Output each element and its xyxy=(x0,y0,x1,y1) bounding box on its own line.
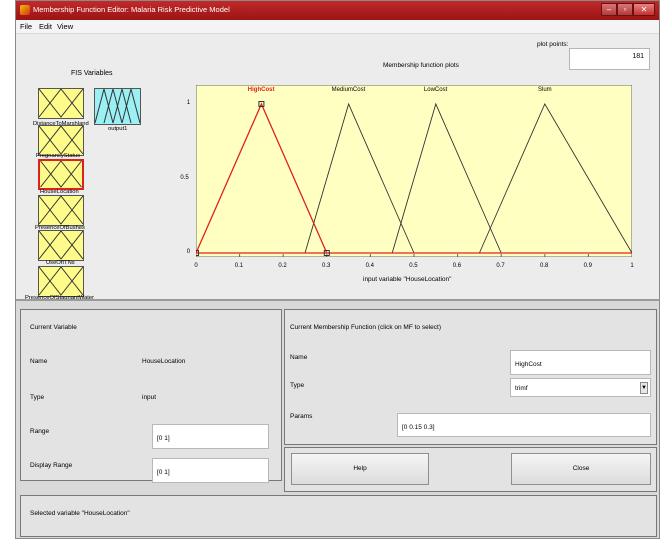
mf-label-highcost[interactable]: HighCost xyxy=(248,87,275,93)
close-window-button[interactable]: ✕ xyxy=(633,3,655,16)
mf-type-dropdown[interactable]: trimf ▼ xyxy=(510,378,651,397)
y-tick-label: 0 xyxy=(186,249,191,255)
mf-label-lowcost[interactable]: LowCost xyxy=(424,87,447,93)
display-range-label: Display Range xyxy=(30,462,73,469)
status-message: Selected variable "HouseLocation" xyxy=(30,510,130,517)
fis-input-distance-to-marshland[interactable] xyxy=(38,88,84,119)
plot-area xyxy=(196,85,632,257)
mf-label-mediumcost[interactable]: MediumCost xyxy=(332,87,366,93)
x-tick-label: 0.1 xyxy=(234,263,244,269)
fis-output-label: output1 xyxy=(108,126,128,132)
window-title: Membership Function Editor: Malaria Risk… xyxy=(33,5,230,14)
matlab-icon xyxy=(20,5,30,15)
title-bar: Membership Function Editor: Malaria Risk… xyxy=(16,1,659,20)
mf-params-input[interactable]: [0 0.15 0.3] xyxy=(397,413,651,437)
mf-name-input[interactable]: HighCost xyxy=(510,350,651,375)
range-input[interactable]: [0 1] xyxy=(152,424,269,449)
y-tick-label: 0.5 xyxy=(180,174,189,181)
plot-points-label: plot points: xyxy=(537,41,569,48)
type-label: Type xyxy=(30,394,45,401)
membership-function-plot[interactable] xyxy=(196,85,632,257)
fis-input-presence-of-stagnant-water[interactable] xyxy=(38,266,84,297)
fis-input-house-location[interactable] xyxy=(38,159,84,190)
mf-name-label: Name xyxy=(290,354,308,361)
mf-label-slum[interactable]: Slum xyxy=(538,87,552,93)
fis-variables-title: FIS Variables xyxy=(71,70,113,77)
display-range-input[interactable]: [0 1] xyxy=(152,458,269,483)
current-variable-title: Current Variable xyxy=(30,324,77,331)
x-tick-label: 0.6 xyxy=(452,263,462,269)
x-tick-label: 0.9 xyxy=(583,263,592,269)
fis-input-pregnancy-status[interactable] xyxy=(38,125,84,156)
mf-params-label: Params xyxy=(290,413,313,420)
mf-type-label: Type xyxy=(290,382,305,389)
current-mf-title: Current Membership Function (click on MF… xyxy=(290,324,441,331)
plot-points-input[interactable]: 181 xyxy=(569,48,650,70)
x-axis-label: input variable "HouseLocation" xyxy=(363,276,452,283)
variable-type-value: input xyxy=(142,394,157,401)
x-tick-label: 1 xyxy=(630,263,634,269)
range-label: Range xyxy=(30,428,50,435)
menu-bar: File Edit View xyxy=(16,20,659,34)
menu-edit[interactable]: Edit xyxy=(39,22,52,31)
x-tick-label: 0.4 xyxy=(365,263,374,269)
close-button[interactable]: Close xyxy=(511,453,651,485)
y-tick-label: 1 xyxy=(186,100,191,106)
menu-file[interactable]: File xyxy=(20,22,32,31)
current-mf-panel: Current Membership Function (click on MF… xyxy=(284,309,657,445)
name-label: Name xyxy=(30,358,48,365)
x-tick-label: 0.5 xyxy=(409,263,418,269)
mf-type-value: trimf xyxy=(515,385,528,392)
x-tick-label: 0.8 xyxy=(540,263,549,269)
x-tick-label: 0.7 xyxy=(496,263,505,269)
x-tick-label: 0 xyxy=(194,263,198,269)
fis-input-presence-of-bushes[interactable] xyxy=(38,195,84,226)
minimize-button[interactable]: – xyxy=(601,3,617,16)
button-panel: Help Close xyxy=(284,447,657,492)
current-variable-panel: Current Variable Name HouseLocation Type… xyxy=(20,309,282,483)
x-tick-label: 0.3 xyxy=(322,263,331,269)
fis-input-use-of-itns[interactable] xyxy=(38,230,84,261)
lower-panel-area: Current Variable Name HouseLocation Type… xyxy=(16,301,659,538)
chevron-down-icon[interactable]: ▼ xyxy=(640,382,648,394)
variable-name-value: HouseLocation xyxy=(142,358,186,365)
help-button[interactable]: Help xyxy=(291,453,429,485)
plot-title: Membership function plots xyxy=(383,62,459,69)
mf-editor-window: Membership Function Editor: Malaria Risk… xyxy=(15,0,660,539)
status-panel: Selected variable "HouseLocation" xyxy=(20,495,657,537)
maximize-button[interactable]: ▫ xyxy=(617,3,633,16)
x-tick-label: 0.2 xyxy=(278,263,287,269)
fis-output-output1[interactable] xyxy=(94,87,141,125)
menu-view[interactable]: View xyxy=(57,22,73,31)
